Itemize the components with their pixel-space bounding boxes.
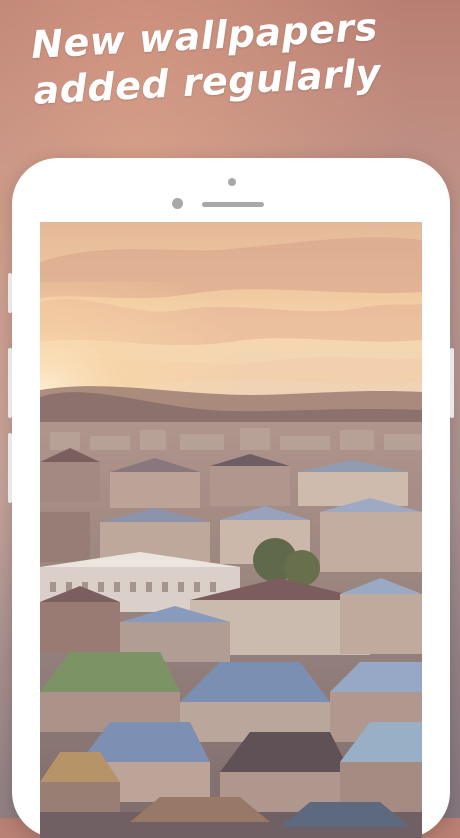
city-skyline-wallpaper-image — [40, 222, 422, 838]
phone-power-button — [450, 348, 454, 418]
phone-volume-up-button — [8, 348, 12, 418]
phone-volume-down-button — [8, 433, 12, 503]
phone-mockup — [8, 158, 454, 838]
wallpaper-preview — [40, 222, 422, 838]
earpiece-speaker — [202, 202, 264, 207]
phone-side-button — [8, 273, 12, 313]
front-camera-icon — [172, 198, 183, 209]
front-sensor — [228, 178, 236, 186]
